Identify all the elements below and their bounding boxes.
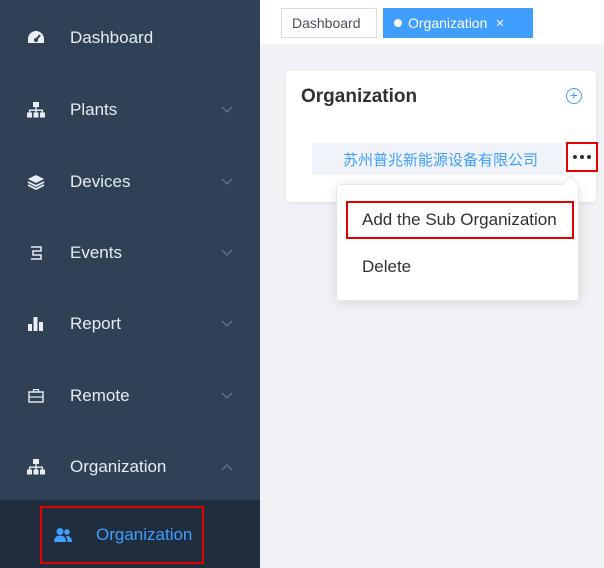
sidebar-item-plants[interactable]: Plants — [0, 74, 260, 146]
dot-icon — [573, 155, 577, 159]
sidebar-item-label: Report — [70, 314, 122, 333]
chevron-up-icon — [220, 460, 234, 474]
chevron-down-icon — [220, 175, 234, 189]
sidebar-item-label: Organization — [70, 457, 167, 476]
users-icon — [54, 526, 72, 544]
chevron-down-icon — [220, 103, 234, 117]
card-title: Organization — [301, 86, 418, 107]
close-icon[interactable]: ✕ — [495, 17, 504, 30]
tag-label: Organization — [408, 15, 488, 31]
sitemap-icon — [27, 458, 45, 476]
sidebar-item-label: Devices — [70, 172, 131, 191]
more-options-button[interactable] — [566, 142, 598, 172]
chevron-down-icon — [220, 246, 234, 260]
events-icon — [27, 244, 45, 262]
sidebar-item-devices[interactable]: Devices — [0, 146, 260, 218]
tag-label: Dashboard — [292, 15, 361, 31]
remote-icon — [27, 387, 45, 405]
add-organization-button[interactable]: + — [566, 88, 582, 104]
sidebar-item-events[interactable]: Events — [0, 217, 260, 289]
sidebar-item-label: Dashboard — [70, 28, 154, 47]
sidebar-item-dashboard[interactable]: Dashboard — [0, 2, 260, 74]
sidebar-item-organization[interactable]: Organization — [0, 431, 260, 503]
sidebar-item-remote[interactable]: Remote — [0, 360, 260, 432]
tree-node-label[interactable]: 苏州普兆新能源设备有限公司 — [343, 149, 538, 170]
dot-icon — [587, 155, 591, 159]
chevron-down-icon — [220, 317, 234, 331]
active-dot-icon — [394, 19, 402, 27]
layers-icon — [27, 173, 45, 191]
sidebar: Dashboard Plants Devices Events Report R… — [0, 0, 260, 568]
tag-organization[interactable]: Organization ✕ — [383, 8, 533, 38]
sidebar-item-label: Remote — [70, 386, 130, 405]
sitemap-icon — [27, 101, 45, 119]
chevron-down-icon — [220, 389, 234, 403]
delete-item[interactable]: Delete — [362, 257, 411, 277]
tag-dashboard[interactable]: Dashboard — [281, 8, 377, 38]
sidebar-item-label: Plants — [70, 100, 118, 119]
sidebar-item-label: Events — [70, 243, 122, 262]
add-sub-organization-item[interactable]: Add the Sub Organization — [346, 201, 574, 239]
sidebar-item-report[interactable]: Report — [0, 288, 260, 360]
dashboard-icon — [27, 29, 45, 47]
sidebar-subitem-organization[interactable]: Organization — [40, 506, 204, 564]
menu-item-label: Add the Sub Organization — [362, 210, 557, 229]
sidebar-subitem-label: Organization — [96, 525, 193, 544]
dot-icon — [580, 155, 584, 159]
bar-chart-icon — [27, 315, 45, 333]
